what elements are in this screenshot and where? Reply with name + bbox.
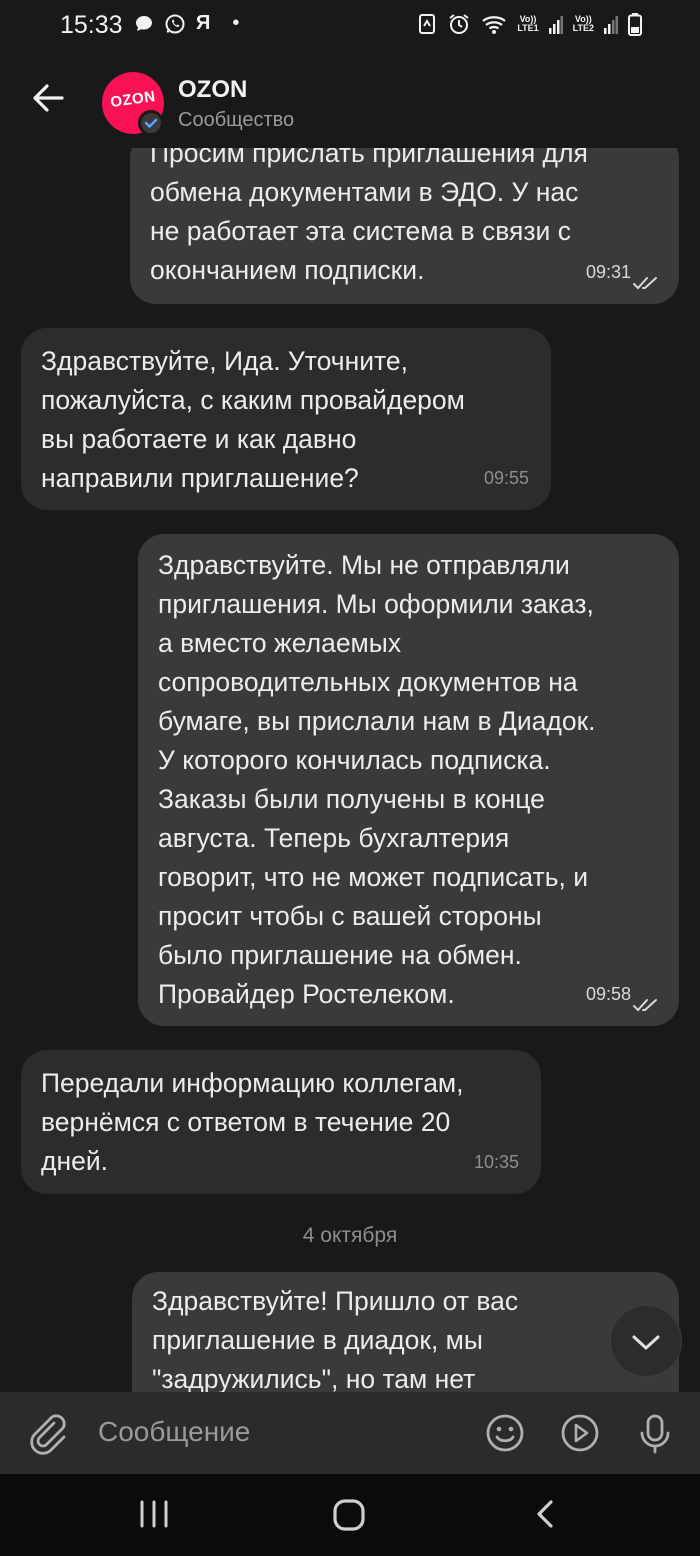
message-text: Здравствуйте! Пришло от вас приглашение … — [152, 1286, 519, 1392]
wifi-icon — [482, 16, 507, 34]
battery-icon — [628, 13, 642, 36]
home-icon[interactable] — [332, 1498, 366, 1532]
emoji-icon[interactable] — [483, 1411, 527, 1455]
message-incoming[interactable]: Передали информацию коллегам, вернёмся с… — [21, 1050, 541, 1194]
chat-bubble-icon — [136, 15, 152, 31]
message-text: Здравствуйте. Мы не отправляли приглашен… — [158, 550, 596, 1009]
attachment-icon[interactable] — [26, 1411, 70, 1455]
recent-apps-icon[interactable] — [138, 1498, 170, 1530]
notification-dot: • — [232, 12, 240, 34]
scroll-down-button[interactable] — [610, 1305, 682, 1377]
message-incoming[interactable]: Здравствуйте, Ида. Уточните, пожалуйста,… — [21, 328, 551, 510]
sim2-label: Vo)) LTE2 — [572, 14, 594, 33]
signal1-icon — [548, 16, 563, 34]
message-time: 09:55 — [483, 468, 529, 488]
double-check-icon — [633, 999, 657, 1012]
message-outgoing[interactable]: Просим прислать приглашения для обмена д… — [130, 148, 679, 304]
message-time: 09:58 — [585, 984, 631, 1004]
message-text: Передали информацию коллегам, вернёмся с… — [41, 1068, 464, 1176]
verified-badge-icon — [138, 110, 164, 136]
microphone-icon[interactable] — [633, 1411, 677, 1455]
chevron-down-icon — [632, 1335, 660, 1350]
message-outgoing[interactable]: Здравствуйте! Пришло от вас приглашение … — [132, 1272, 679, 1392]
message-composer: Сообщение — [0, 1392, 700, 1474]
message-time: 10:35 — [473, 1152, 519, 1172]
signal2-icon — [604, 16, 618, 34]
double-check-icon — [633, 277, 657, 290]
message-input[interactable]: Сообщение — [98, 1416, 250, 1448]
message-list[interactable]: Просим прислать приглашения для обмена д… — [0, 148, 700, 1392]
whatsapp-icon — [165, 14, 185, 33]
message-text: Здравствуйте, Ида. Уточните, пожалуйста,… — [41, 346, 465, 493]
date-separator: 4 октября — [302, 1224, 398, 1247]
avatar-logo-text: OZON — [109, 87, 157, 112]
alarm-icon — [449, 14, 469, 34]
message-outgoing[interactable]: Здравствуйте. Мы не отправляли приглашен… — [138, 534, 679, 1026]
system-back-icon[interactable] — [532, 1498, 560, 1530]
nfc-icon — [419, 14, 436, 34]
chat-header: OZON OZON Сообщество — [0, 52, 700, 148]
chat-subtitle: Сообщество — [178, 109, 295, 131]
video-message-icon[interactable] — [558, 1411, 602, 1455]
chat-title[interactable]: OZON — [178, 76, 247, 104]
status-bar: 15:33 Я • Vo)) LTE1 Vo)) LTE2 — [0, 0, 700, 52]
yandex-icon: Я — [196, 12, 211, 34]
message-text: Просим прислать приглашения для обмена д… — [150, 148, 588, 285]
system-nav-bar — [0, 1474, 700, 1556]
sim1-label: Vo)) LTE1 — [517, 14, 539, 33]
message-time: 09:31 — [585, 262, 631, 282]
status-time: 15:33 — [60, 11, 123, 39]
back-arrow-icon[interactable] — [28, 78, 68, 118]
